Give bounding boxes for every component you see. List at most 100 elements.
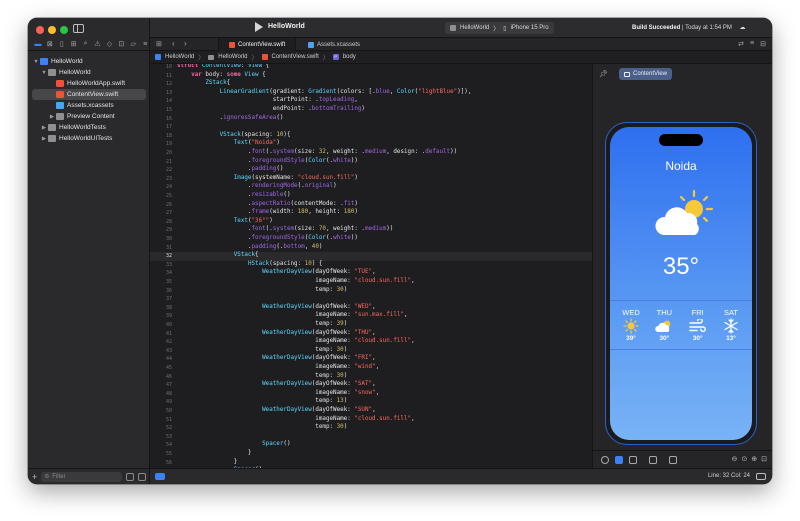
chevron-down-icon[interactable]: ▼ [32,59,40,65]
code-line[interactable]: WeatherDayView(dayOfWeek: "TUE", [177,269,376,275]
tab-contentview[interactable]: ContentView.swift [218,38,297,51]
code-line[interactable]: var body: some View { [177,72,265,78]
sidebar-item-tests[interactable]: ▶ HelloWorldTests [28,122,150,133]
code-editor[interactable]: 10 struct ContentView: View {11 var body:… [150,64,592,468]
test-icon[interactable]: ◇ [104,39,114,49]
breadcrumb-file[interactable]: ContentView.swift [272,54,319,60]
code-line[interactable]: } [177,450,252,456]
recent-files-filter-button[interactable] [126,472,134,481]
code-line[interactable]: .frame(width: 180, height: 180) [177,209,358,215]
symbol-icon[interactable]: ⊞ [69,39,79,49]
related-items-icon[interactable]: ⊞ [156,40,162,48]
minimize-window-button[interactable] [48,26,56,34]
code-line[interactable]: LinearGradient(gradient: Gradient(colors… [177,89,472,95]
sidebar-toggle-icon[interactable] [73,24,84,33]
code-line[interactable]: WeatherDayView(dayOfWeek: "THU", [177,330,376,336]
code-line[interactable]: imageName: "sun.max.fill", [177,312,407,318]
chevron-right-icon[interactable]: ▶ [48,114,56,120]
code-line[interactable]: .foregroundStyle(Color(.white)) [177,235,358,241]
zoom-window-button[interactable] [60,26,68,34]
chevron-right-icon[interactable]: ▶ [40,125,48,131]
issue-icon[interactable]: ⚠ [93,39,103,49]
sidebar-item-project[interactable]: ▼ HelloWorld [28,56,150,67]
find-icon[interactable]: ⌕ [81,39,91,49]
code-line[interactable]: Image(systemName: "cloud.sun.fill") [177,175,358,181]
code-line[interactable]: .renderingMode(.original) [177,183,337,189]
sidebar-item-contentview[interactable]: ContentView.swift [32,89,146,100]
debug-area-toggle-icon[interactable] [155,473,165,480]
forward-arrow-icon[interactable]: › [184,39,187,48]
run-button[interactable] [255,22,263,32]
code-line[interactable]: WeatherDayView(dayOfWeek: "FRI", [177,355,376,361]
code-line[interactable]: temp: 30) [177,424,347,430]
chevron-down-icon[interactable]: ▼ [40,70,48,76]
pin-icon[interactable]: 📌︎ [599,70,608,78]
code-line[interactable]: .padding(.bottom, 40) [177,244,323,250]
device-button[interactable] [669,455,677,464]
code-line[interactable]: temp: 30) [177,347,347,353]
code-line[interactable]: imageName: "wind", [177,364,379,370]
sidebar-item-assets[interactable]: Assets.xcassets [28,100,150,111]
breadcrumb-symbol[interactable]: body [343,54,356,60]
code-line[interactable]: WeatherDayView(dayOfWeek: "SUN", [177,407,376,413]
zoom-in-icon[interactable]: ⊕ [751,455,757,463]
live-mode-button[interactable] [601,455,609,464]
back-arrow-icon[interactable]: ‹ [172,39,175,48]
code-line[interactable]: imageName: "cloud.sun.fill", [177,338,414,344]
code-line[interactable]: Text("Noida") [177,140,280,146]
source-control-icon[interactable]: ⊠ [45,39,55,49]
sidebar-item-preview-content[interactable]: ▶ Preview Content [28,111,150,122]
code-line[interactable]: ZStack{ [177,80,230,86]
tab-assets[interactable]: Assets.xcassets [298,38,370,51]
code-line[interactable]: } [177,459,238,465]
code-line[interactable]: .foregroundStyle(Color(.white)) [177,158,358,164]
breadcrumb-group[interactable]: HelloWorld [218,54,247,60]
code-line[interactable]: imageName: "cloud.sun.fill", [177,278,414,284]
code-line[interactable]: imageName: "snow", [177,390,379,396]
code-line[interactable]: VStack(spacing: 10){ [177,132,291,138]
split-editor-icon[interactable]: ⊟ [760,40,766,48]
device-settings-button[interactable] [649,455,657,464]
code-line[interactable]: .padding() [177,166,283,172]
code-line[interactable]: startPoint: .topLeading, [177,97,358,103]
editor-options-icon[interactable]: ≡ [750,40,754,48]
code-line[interactable]: temp: 30) [177,287,347,293]
code-line[interactable]: .resizable() [177,192,291,198]
sidebar-item-uitests[interactable]: ▶ HelloWorldUITests [28,133,150,144]
close-window-button[interactable] [36,26,44,34]
breakpoint-icon[interactable]: ▱ [128,39,138,49]
code-line[interactable]: Spacer() [177,441,290,447]
code-line[interactable]: .font(.system(size: 70, weight: .medium)… [177,226,393,232]
code-line[interactable]: .aspectRatio(contentMode: .fit) [177,201,358,207]
panel-toggle-icon[interactable] [756,473,766,480]
selectable-mode-button[interactable] [615,455,623,464]
report-icon[interactable]: ≡ [140,39,150,49]
preview-selector[interactable]: ContentView [619,68,672,80]
debug-icon[interactable]: ⊡ [116,39,126,49]
split-arrows-icon[interactable]: ⇄ [738,40,744,48]
bookmark-icon[interactable]: ▯ [57,39,67,49]
code-line[interactable]: struct ContentView: View { [177,64,269,69]
sidebar-item-group-helloworld[interactable]: ▼ HelloWorld [28,67,150,78]
add-file-button[interactable]: + [32,472,37,482]
breadcrumb-project[interactable]: HelloWorld [165,54,194,60]
code-line[interactable]: HStack(spacing: 10) { [177,261,322,267]
sidebar-item-helloworldapp[interactable]: HelloWorldApp.swift [28,78,150,89]
code-line[interactable]: .font(.system(size: 32, weight: .medium,… [177,149,457,155]
code-line[interactable]: WeatherDayView(dayOfWeek: "SAT", [177,381,376,387]
folder-navigator-icon[interactable]: ▬ [33,39,43,49]
code-line[interactable]: endPoint: .bottomTrailing) [177,106,365,112]
scheme-selector[interactable]: HelloWorld 〉 ▯ iPhone 15 Pro [445,22,554,34]
code-line[interactable]: .ignoresSafeArea() [177,115,284,121]
filter-input[interactable]: ⊜ Filter [41,471,122,482]
zoom-actual-icon[interactable]: ⊡ [761,455,767,463]
zoom-out-icon[interactable]: ⊖ [732,455,738,463]
code-line[interactable]: VStack{ [177,252,259,258]
variants-button[interactable] [629,455,637,464]
code-line[interactable]: temp: 13) [177,398,347,404]
code-line[interactable]: temp: 39) [177,321,347,327]
chevron-right-icon[interactable]: ▶ [40,136,48,142]
code-line[interactable]: imageName: "cloud.sun.fill", [177,416,414,422]
zoom-fit-icon[interactable]: ⊙ [741,455,747,463]
code-line[interactable]: Text("36°") [177,218,273,224]
